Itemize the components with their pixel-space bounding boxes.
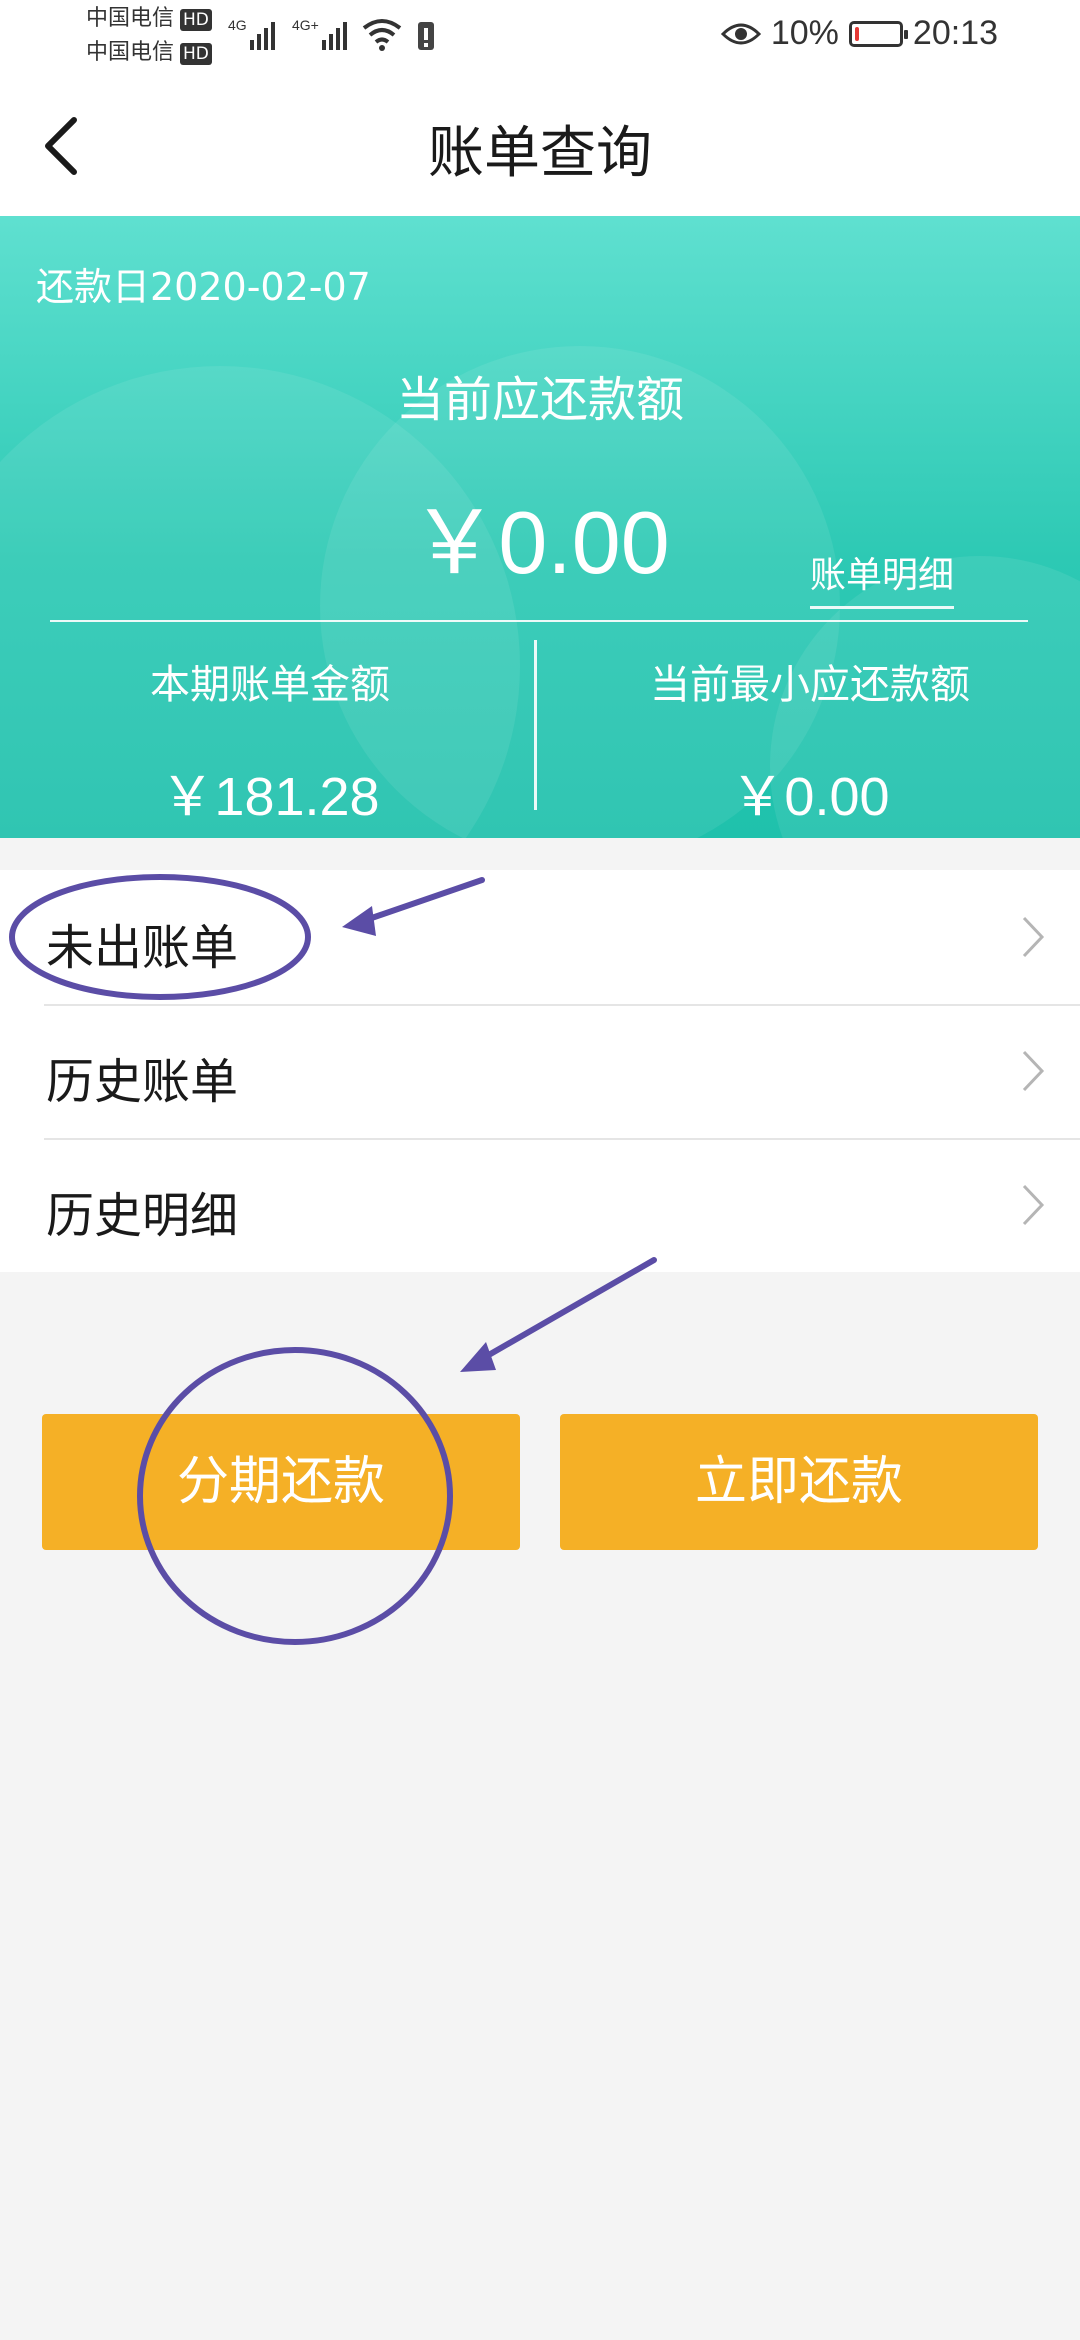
pay-now-button[interactable]: 立即还款 <box>560 1414 1038 1550</box>
network-2-label: 4G+ <box>292 17 319 33</box>
current-due-label: 当前应还款额 <box>395 372 684 428</box>
carrier-2-label: 中国电信 <box>86 40 175 65</box>
network-1-label: 4G <box>228 17 247 33</box>
bill-summary-card: 还款日2020-02-07 当前应还款额 ￥0.00 账单明细 本期账单金额 ￥… <box>0 216 1080 838</box>
menu-item-label: 历史明细 <box>46 1188 239 1244</box>
carrier-1: 中国电信 HD <box>86 6 212 32</box>
menu-item-history-details[interactable]: 历史明细 <box>0 1138 1080 1272</box>
chevron-right-icon <box>1022 916 1045 958</box>
battery-percent: 10% <box>770 14 839 52</box>
hd-badge: HD <box>180 9 212 31</box>
bill-menu-list: 未出账单 历史账单 历史明细 <box>0 870 1080 1272</box>
app-header: 账单查询 <box>0 76 1080 216</box>
page-title: 账单查询 <box>428 121 652 186</box>
annotation-arrowhead <box>460 1342 496 1372</box>
bill-detail-link[interactable]: 账单明细 <box>810 546 955 609</box>
menu-item-history-bills[interactable]: 历史账单 <box>0 1004 1080 1138</box>
hd-badge: HD <box>180 43 212 65</box>
bill-amount-label: 本期账单金额 <box>150 662 390 708</box>
chevron-right-icon <box>1022 1184 1045 1226</box>
divider <box>50 620 1028 622</box>
min-due-label: 当前最小应还款额 <box>650 662 970 708</box>
due-date: 还款日2020-02-07 <box>36 265 371 309</box>
carrier-1-label: 中国电信 <box>86 6 175 31</box>
battery-icon <box>848 20 908 47</box>
signal-strength-icon: 4G 4G+ <box>228 17 347 50</box>
menu-item-unbilled[interactable]: 未出账单 <box>0 870 1080 1004</box>
menu-item-label: 未出账单 <box>46 920 239 976</box>
min-due-stat: 当前最小应还款额 ￥0.00 <box>540 652 1080 831</box>
status-right: 10% 20:13 <box>720 14 998 53</box>
bill-amount-stat: 本期账单金额 ￥181.28 <box>0 652 540 831</box>
chevron-right-icon <box>1022 1050 1045 1092</box>
installment-button[interactable]: 分期还款 <box>42 1414 520 1550</box>
min-due-value: ￥0.00 <box>730 767 890 827</box>
sim-battery-icon <box>418 22 434 50</box>
wifi-icon <box>362 19 402 51</box>
clock-time: 20:13 <box>912 14 998 52</box>
status-bar: 中国电信 HD 中国电信 HD 4G 4G+ 10% 20:13 <box>0 0 1080 76</box>
menu-item-label: 历史账单 <box>46 1054 239 1110</box>
carrier-2: 中国电信 HD <box>86 40 212 66</box>
eye-comfort-icon <box>720 23 761 44</box>
battery-level-fill <box>854 26 859 41</box>
annotation-arrow-line <box>477 1257 657 1363</box>
bill-amount-value: ￥181.28 <box>160 767 380 827</box>
